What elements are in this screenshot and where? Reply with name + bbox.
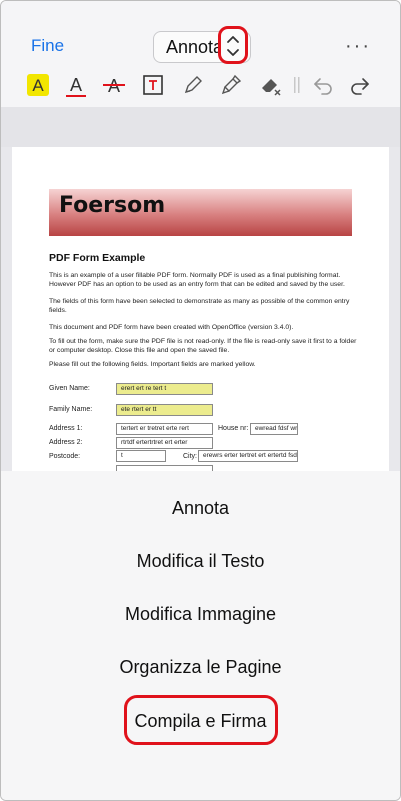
header-banner: Foersom — [49, 189, 352, 236]
given-name-label: Given Name: — [49, 385, 90, 392]
menu-item-annota[interactable]: Annota — [1, 498, 400, 519]
mode-label: Annota — [166, 37, 224, 57]
text-box-icon[interactable] — [141, 73, 167, 99]
highlight-text-icon[interactable]: A — [26, 73, 52, 99]
done-button[interactable]: Fine — [31, 36, 64, 56]
city-field[interactable]: erewrs erter tertret ert ertertd fsdf — [198, 450, 298, 462]
mode-menu-sheet: Annota Modifica il Testo Modifica Immagi… — [1, 471, 400, 800]
annotation-toolbar: A A A — [1, 71, 400, 103]
highlight-ring — [124, 695, 278, 745]
paragraph: This is an example of a user fillable PD… — [49, 272, 345, 288]
city-label: City: — [183, 453, 197, 460]
pdf-page[interactable]: Foersom PDF Form Example This is an exam… — [12, 147, 389, 471]
house-nr-label: House nr: — [218, 425, 249, 432]
address2-field[interactable]: rtrtdf ertertrtret ert erter — [116, 437, 213, 449]
banner-title: Foersom — [59, 193, 166, 218]
svg-text:A: A — [32, 76, 44, 95]
eraser-icon[interactable] — [258, 73, 284, 99]
family-name-label: Family Name: — [49, 406, 93, 413]
svg-text:A: A — [70, 75, 82, 95]
chevron-up-down-icon — [227, 36, 239, 56]
address1-field[interactable]: tertert er tretret erte rert — [116, 423, 213, 435]
mode-switch-button[interactable] — [218, 26, 248, 64]
separator-icon — [291, 73, 303, 99]
paragraph: The fields of this form have been select… — [49, 298, 350, 314]
app-window: Fine Annota ··· A A Foersom PDF Form Exa… — [0, 0, 401, 801]
marker-icon[interactable] — [219, 73, 245, 99]
postcode-field[interactable]: t — [116, 450, 166, 462]
top-bar: Fine Annota ··· A A — [1, 1, 400, 107]
pen-icon[interactable] — [181, 73, 207, 99]
document-top-margin — [1, 107, 400, 147]
address1-label: Address 1: — [49, 425, 83, 432]
redo-icon[interactable] — [348, 73, 374, 99]
undo-icon[interactable] — [311, 73, 337, 99]
more-options-button[interactable]: ··· — [345, 35, 371, 58]
address2-label: Address 2: — [49, 439, 83, 446]
paragraph: Please fill out the following fields. Im… — [49, 361, 256, 368]
strikethrough-text-icon[interactable]: A — [102, 73, 128, 99]
paragraph: To fill out the form, make sure the PDF … — [49, 338, 357, 354]
house-nr-field[interactable]: ewread fdsf wr — [250, 423, 298, 435]
postcode-label: Postcode: — [49, 453, 81, 460]
underline-text-icon[interactable]: A — [64, 73, 90, 99]
menu-item-organizza-pagine[interactable]: Organizza le Pagine — [1, 657, 400, 678]
family-name-field[interactable]: ete rtert er tt — [116, 404, 213, 416]
menu-item-modifica-testo[interactable]: Modifica il Testo — [1, 551, 400, 572]
paragraph: This document and PDF form have been cre… — [49, 324, 294, 331]
given-name-field[interactable]: erert ert re tert t — [116, 383, 213, 395]
document-title: PDF Form Example — [49, 252, 146, 264]
menu-item-modifica-immagine[interactable]: Modifica Immagine — [1, 604, 400, 625]
